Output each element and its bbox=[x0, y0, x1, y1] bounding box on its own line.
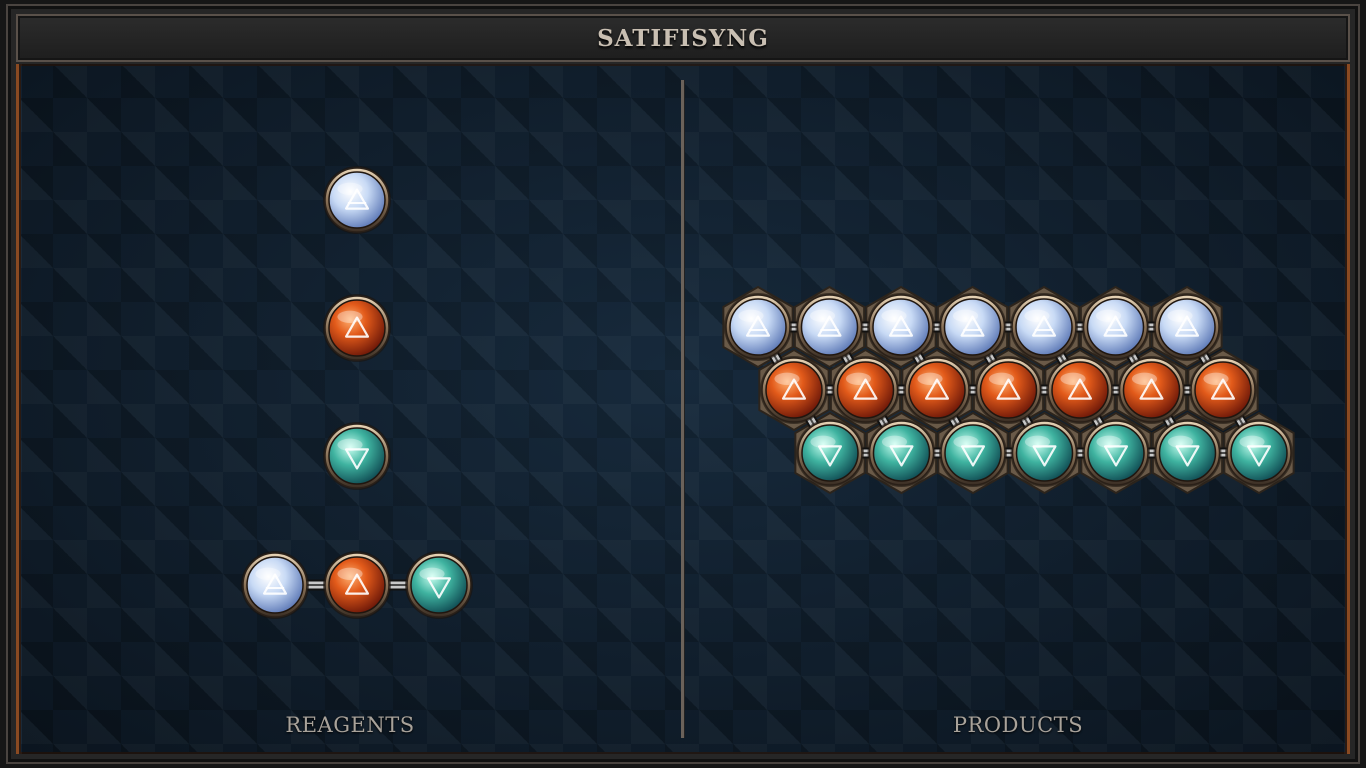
products-label: PRODUCTS bbox=[952, 713, 1084, 737]
air-atom bbox=[795, 293, 864, 361]
fire-atom bbox=[831, 356, 900, 424]
atom-layer bbox=[241, 166, 1293, 619]
air-atom bbox=[724, 293, 792, 361]
fire-atom bbox=[903, 356, 971, 424]
air-atom bbox=[323, 166, 391, 234]
water-atom bbox=[1010, 419, 1079, 487]
water-atom bbox=[405, 551, 473, 619]
water-atom bbox=[939, 419, 1007, 487]
water-atom bbox=[867, 419, 936, 487]
reagents-label: REAGENTS bbox=[285, 713, 415, 737]
fire-atom bbox=[1189, 356, 1257, 424]
water-atom bbox=[1153, 419, 1222, 487]
molecule-canvas bbox=[241, 166, 1295, 619]
air-atom bbox=[1153, 293, 1221, 361]
fire-atom bbox=[323, 294, 391, 362]
air-atom bbox=[867, 293, 935, 361]
water-atom bbox=[1082, 419, 1150, 487]
air-atom bbox=[938, 293, 1007, 361]
air-atom bbox=[1010, 293, 1078, 361]
water-atom bbox=[796, 419, 864, 487]
water-atom bbox=[1225, 419, 1293, 487]
water-atom bbox=[323, 422, 391, 490]
fire-atom bbox=[1117, 356, 1186, 424]
fire-atom bbox=[974, 356, 1043, 424]
air-atom bbox=[1081, 293, 1150, 361]
air-atom bbox=[241, 551, 309, 619]
fire-atom bbox=[1046, 356, 1114, 424]
fire-atom bbox=[323, 551, 391, 619]
fire-atom bbox=[760, 356, 828, 424]
